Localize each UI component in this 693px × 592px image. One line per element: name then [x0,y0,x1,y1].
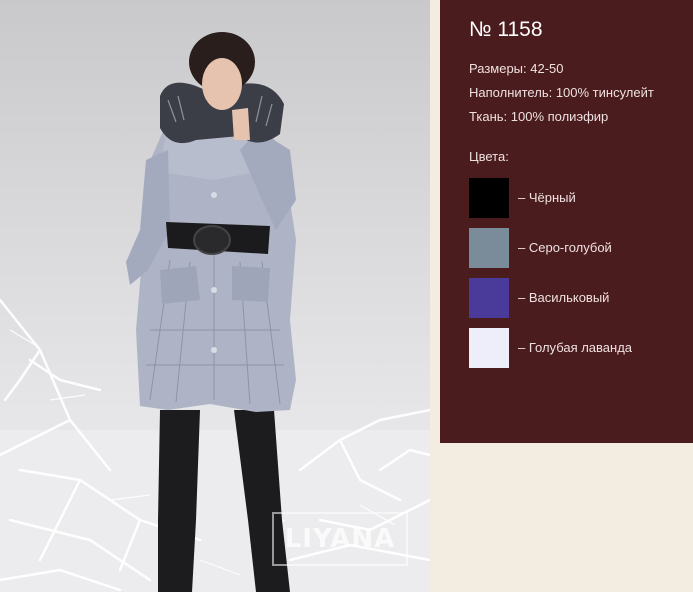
swatch-label-black: – Чёрный [518,190,576,205]
product-photo: LIYANA [0,0,430,592]
product-number: № 1158 [469,18,543,41]
separator [430,0,440,592]
product-info-panel: № 1158 Размеры: 42-50 Наполнитель: 100% … [440,0,693,443]
model-illustration [0,32,430,592]
fabric-text: Ткань: 100% полиэфир [469,109,609,124]
swatch-black [469,178,509,218]
sizes-text: Размеры: 42-50 [469,61,564,76]
bottom-blank-area [440,443,693,592]
swatch-grey-blue [469,228,509,268]
swatch-lavender [469,328,509,368]
brand-watermark: LIYANA [272,512,408,566]
swatch-label-grey-blue: – Серо-голубой [518,240,612,255]
colors-heading: Цвета: [469,149,509,164]
filler-text: Наполнитель: 100% тинсулейт [469,85,654,100]
swatch-label-cornflower: – Васильковый [518,290,610,305]
swatch-cornflower [469,278,509,318]
swatch-label-lavender: – Голубая лаванда [518,340,633,355]
